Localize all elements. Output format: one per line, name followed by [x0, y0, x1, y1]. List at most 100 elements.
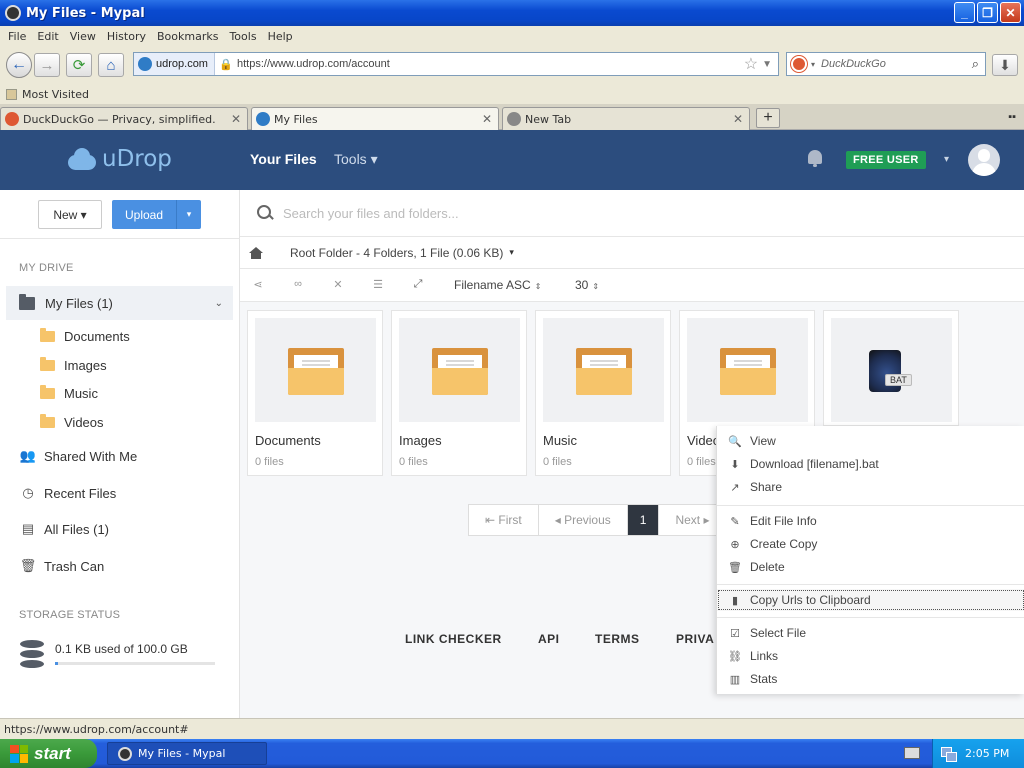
taskbar-window-button[interactable]: My Files - Mypal	[107, 742, 267, 765]
pagination-current-page[interactable]: 1	[627, 505, 660, 535]
site-identity[interactable]: udrop.com	[134, 53, 215, 75]
footer-link-privacy[interactable]: PRIVA	[676, 632, 714, 646]
url-dropdown-icon[interactable]: ▼	[762, 59, 772, 70]
udrop-logo[interactable]: uDrop	[68, 146, 172, 172]
folder-card-music[interactable]: Music 0 files	[535, 310, 671, 476]
menu-file[interactable]: File	[4, 30, 33, 43]
tab-label: New Tab	[525, 112, 572, 126]
menu-history[interactable]: History	[103, 30, 153, 43]
close-window-button[interactable]: ✕	[1000, 2, 1021, 23]
upload-dropdown-icon[interactable]: ▾	[176, 200, 201, 229]
tab-close-icon[interactable]: ✕	[229, 112, 243, 126]
menu-tools[interactable]: Tools	[225, 30, 263, 43]
folder-thumbnail	[687, 318, 808, 422]
sidebar-folder-videos[interactable]: Videos	[40, 414, 104, 430]
card-name: Images	[399, 433, 442, 448]
list-view-icon[interactable]: ☰	[370, 278, 386, 291]
context-delete[interactable]: 🗑 Delete	[717, 556, 1024, 578]
footer-link-link-checker[interactable]: LINK CHECKER	[405, 632, 502, 646]
sort-select[interactable]: Filename ASC ⇕	[454, 278, 541, 292]
keyboard-icon[interactable]	[904, 747, 920, 759]
start-button[interactable]: start	[0, 739, 97, 768]
sidebar-item-shared-with-me[interactable]: 👥 Shared With Me	[20, 448, 137, 464]
notifications-bell-icon[interactable]	[806, 149, 824, 169]
breadcrumb-caret-icon[interactable]: ▾	[509, 247, 514, 258]
most-visited-bookmark[interactable]: Most Visited	[22, 88, 89, 101]
fullscreen-icon[interactable]: ⤢	[410, 278, 426, 291]
context-stats[interactable]: ▥ Stats	[717, 668, 1024, 690]
context-view[interactable]: 🔍 View	[717, 430, 1024, 452]
file-search-input[interactable]	[283, 205, 883, 221]
sidebar-item-recent-files[interactable]: ◷ Recent Files	[20, 485, 116, 501]
footer-link-api[interactable]: API	[538, 632, 560, 646]
footer-link-terms[interactable]: TERMS	[595, 632, 640, 646]
upload-button[interactable]: Upload ▾	[112, 200, 201, 229]
pagination-first[interactable]: ⇤ First	[469, 505, 539, 535]
menu-edit[interactable]: Edit	[33, 30, 65, 43]
tab-duckduckgo[interactable]: DuckDuckGo — Privacy, simplified. ✕	[0, 107, 248, 130]
site-header: uDrop Your Files Tools ▾ FREE USER ▾	[0, 130, 1024, 190]
sidebar-item-trash-can[interactable]: 🗑 Trash Can	[20, 558, 104, 574]
nav-tools[interactable]: Tools ▾	[334, 151, 378, 168]
menu-view[interactable]: View	[66, 30, 103, 43]
trash-icon: 🗑	[19, 558, 37, 573]
home-icon[interactable]	[249, 246, 263, 259]
breadcrumb-root-folder[interactable]: Root Folder - 4 Folders, 1 File (0.06 KB…	[290, 246, 503, 260]
folder-card-documents[interactable]: Documents 0 files	[247, 310, 383, 476]
nav-your-files[interactable]: Your Files	[250, 151, 317, 167]
bookmark-star-icon[interactable]: ☆	[744, 54, 758, 74]
user-menu-caret-icon[interactable]: ▾	[944, 154, 949, 165]
pagination-previous[interactable]: ◂ Previous	[539, 505, 628, 535]
tab-list-icon[interactable]: ▪▪	[1008, 111, 1016, 123]
context-edit-file-info[interactable]: ✎ Edit File Info	[717, 510, 1024, 532]
chevron-down-icon[interactable]: ⌄	[215, 298, 223, 309]
tab-new-tab[interactable]: New Tab ✕	[502, 107, 750, 130]
context-select-file[interactable]: ☑ Select File	[717, 622, 1024, 644]
context-download[interactable]: ⬇ Download [filename].bat	[717, 453, 1024, 475]
sidebar-folder-documents[interactable]: Documents	[40, 328, 130, 344]
search-engine-placeholder[interactable]: DuckDuckGo	[821, 58, 972, 70]
folder-icon	[40, 357, 55, 371]
context-create-copy[interactable]: ⊕ Create Copy	[717, 533, 1024, 555]
context-share[interactable]: ↗ Share	[717, 476, 1024, 498]
share-icon[interactable]: ⋖	[250, 278, 266, 291]
folder-card-images[interactable]: Images 0 files	[391, 310, 527, 476]
network-icon[interactable]	[941, 746, 957, 762]
upload-button-label[interactable]: Upload	[112, 208, 176, 222]
file-card-bat[interactable]: BAT	[823, 310, 959, 426]
user-avatar[interactable]	[968, 144, 1000, 176]
tab-close-icon[interactable]: ✕	[480, 112, 494, 126]
home-button[interactable]: ⌂	[98, 53, 124, 77]
new-tab-button[interactable]: +	[756, 108, 780, 128]
clock[interactable]: 2:05 PM	[965, 747, 1009, 760]
downloads-button[interactable]: ⬇	[992, 54, 1018, 76]
remove-icon[interactable]: ✕	[330, 278, 346, 291]
link-icon[interactable]: ∞	[290, 278, 306, 290]
url-text[interactable]: https://www.udrop.com/account	[237, 58, 744, 70]
back-button[interactable]: ←	[6, 52, 32, 78]
browser-status-bar: https://www.udrop.com/account#	[0, 718, 1024, 739]
sidebar-folder-images[interactable]: Images	[40, 357, 107, 373]
window-title-bar[interactable]: My Files - Mypal _ ❐ ✕	[0, 0, 1024, 26]
search-icon[interactable]: ⌕	[972, 56, 979, 72]
reload-button[interactable]: ⟳	[66, 53, 92, 77]
url-bar[interactable]: udrop.com 🔒 https://www.udrop.com/accoun…	[133, 52, 779, 76]
sidebar-item-my-files[interactable]: My Files (1) ⌄	[6, 286, 233, 320]
search-engine-caret-icon[interactable]: ▾	[811, 60, 815, 69]
link-icon: ⛓	[728, 650, 742, 663]
tab-my-files[interactable]: My Files ✕	[251, 107, 499, 130]
sidebar-folder-music[interactable]: Music	[40, 385, 98, 401]
menu-help[interactable]: Help	[264, 30, 300, 43]
sidebar-item-all-files[interactable]: ▤ All Files (1)	[20, 521, 109, 537]
context-links[interactable]: ⛓ Links	[717, 645, 1024, 667]
minimize-button[interactable]: _	[954, 2, 975, 23]
new-button[interactable]: New ▾	[38, 200, 102, 229]
web-search-bar[interactable]: ▾ DuckDuckGo ⌕	[786, 52, 986, 76]
menu-bookmarks[interactable]: Bookmarks	[153, 30, 225, 43]
forward-button[interactable]: →	[34, 53, 60, 77]
tab-close-icon[interactable]: ✕	[731, 112, 745, 126]
context-copy-urls[interactable]: ▮ Copy Urls to Clipboard	[717, 589, 1024, 611]
maximize-button[interactable]: ❐	[977, 2, 998, 23]
duckduckgo-icon[interactable]	[791, 56, 807, 72]
per-page-select[interactable]: 30 ⇕	[575, 278, 599, 292]
